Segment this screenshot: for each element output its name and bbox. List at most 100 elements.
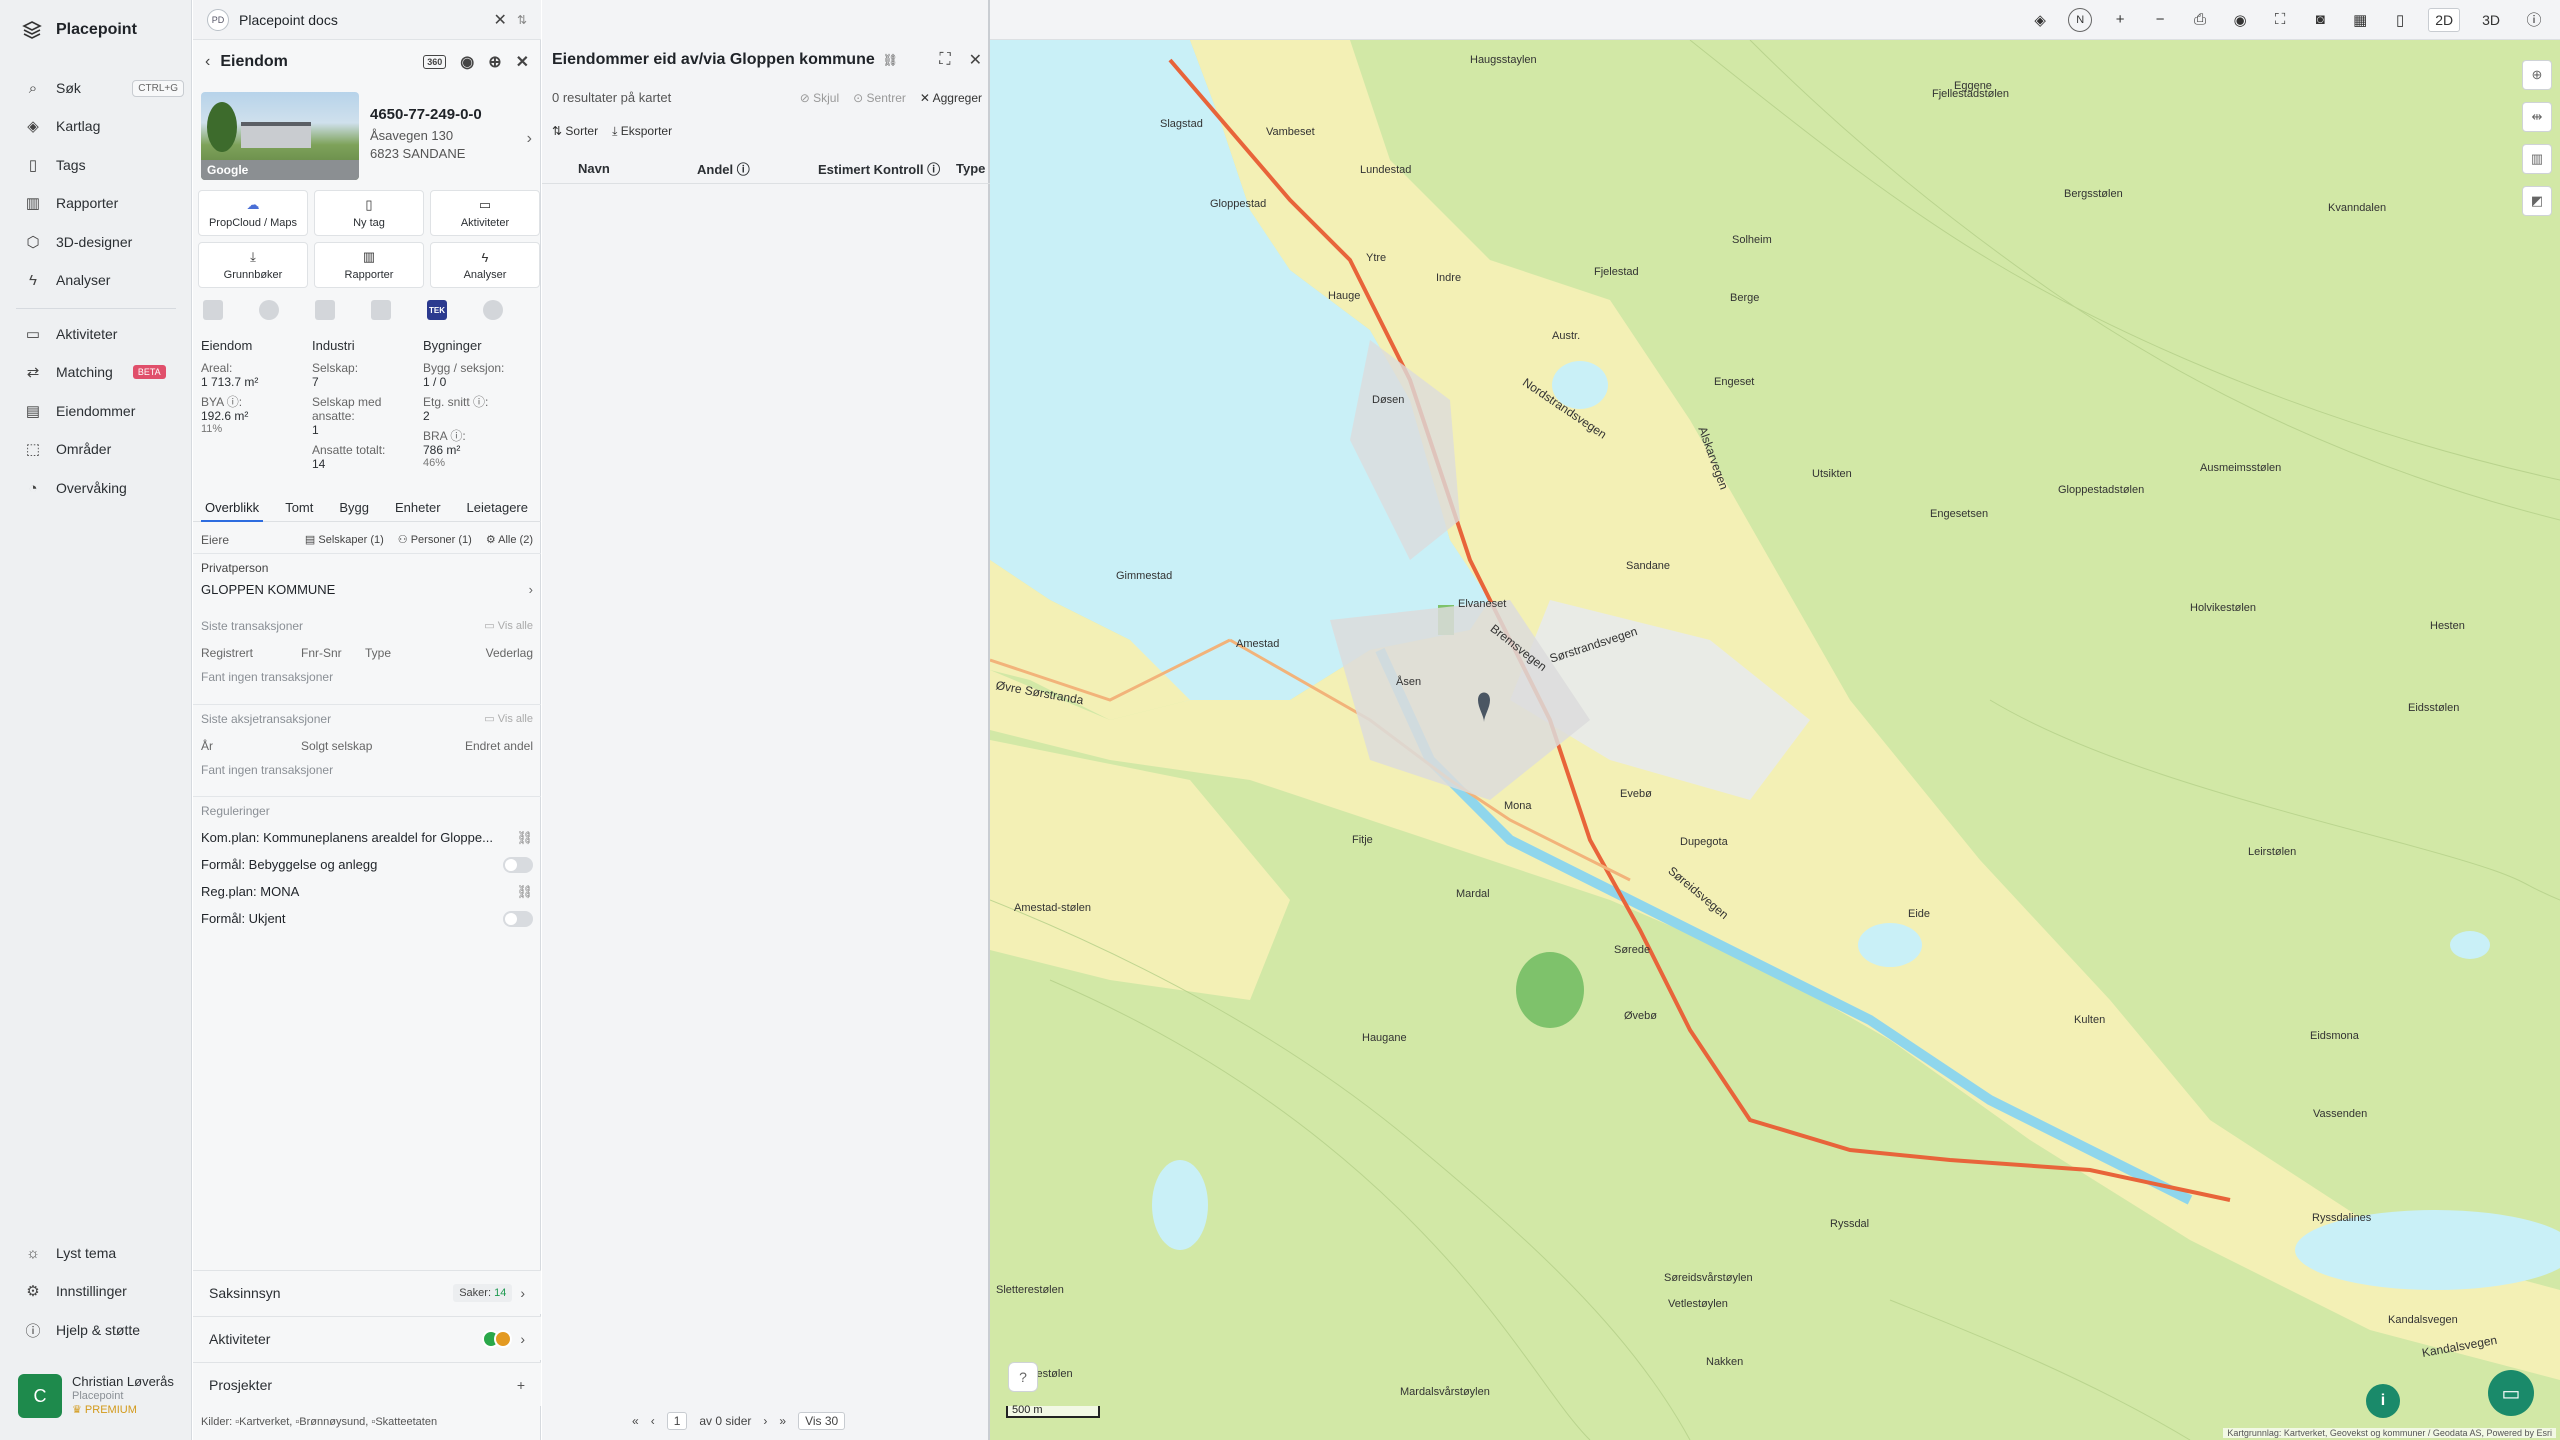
chevron-right-icon[interactable]: › — [527, 130, 532, 148]
col-navn[interactable]: Navn — [578, 161, 610, 176]
map-chart-button[interactable]: ▥ — [2522, 144, 2552, 174]
col-type[interactable]: Type — [956, 161, 985, 176]
mode-3d-button[interactable]: 3D — [2476, 9, 2506, 31]
docs-tab[interactable]: PD Placepoint docs ✕ ⇅ — [193, 0, 541, 40]
map-analysis-button[interactable]: ◩ — [2522, 186, 2552, 216]
industry-icon[interactable] — [315, 300, 335, 320]
nav-item-3d-designer[interactable]: ⬡ 3D-designer — [24, 227, 184, 257]
tab-enheter[interactable]: Enheter — [391, 498, 445, 522]
energy-icon[interactable] — [259, 300, 279, 320]
close-icon[interactable]: ✕ — [494, 10, 507, 30]
regulation-row[interactable]: Kom.plan: Kommuneplanens arealdel for Gl… — [193, 824, 541, 851]
grunnboker-button[interactable]: ⤓ Grunnbøker — [198, 242, 308, 288]
fullscreen-icon[interactable]: ⛶ — [2268, 8, 2292, 32]
bookmark-icon[interactable]: ▯ — [2388, 8, 2412, 32]
building-icon: ▤ — [304, 534, 319, 546]
nav-item-omrader[interactable]: ⬚ Områder — [24, 434, 184, 464]
sort-button[interactable]: ⇅ Sorter — [552, 124, 598, 139]
nav-item-eiendommer[interactable]: ▤ Eiendommer — [24, 396, 184, 426]
analyses-button[interactable]: ϟ Analyser — [430, 242, 540, 288]
chip-persons[interactable]: ⚇ Personer (1) — [398, 533, 472, 546]
back-arrow-icon[interactable]: ‹ — [205, 53, 210, 71]
map-canvas[interactable]: Haugsstaylen Eggene Slagstad Vambeset Lu… — [990, 0, 2560, 1440]
print-icon[interactable]: ⎙ — [2188, 8, 2212, 32]
nav-item-analyser[interactable]: ϟ Analyser — [24, 265, 184, 295]
toggle-switch[interactable] — [503, 910, 533, 927]
tab-overblikk[interactable]: Overblikk — [201, 498, 264, 522]
saksinnsyn-row[interactable]: Saksinnsyn Saker: 14 › — [193, 1270, 541, 1314]
info-icon[interactable]: ⓘ — [2522, 8, 2546, 32]
activities-button[interactable]: ▭ Aktiviteter — [430, 190, 540, 236]
link-icon[interactable]: ⛓ — [516, 884, 533, 900]
col-andel[interactable]: Andel ⓘ — [697, 159, 750, 178]
stats-bars-icon[interactable] — [371, 300, 391, 320]
next-page-icon[interactable]: › — [763, 1414, 767, 1428]
view-all-link[interactable]: ▭ Vis alle — [484, 619, 533, 632]
link-icon[interactable]: ⛓ — [516, 830, 533, 846]
tek-icon[interactable]: TEK — [427, 300, 447, 320]
grid-icon[interactable]: ▦ — [2348, 8, 2372, 32]
page-input[interactable]: 1 — [666, 1412, 688, 1430]
home-icon[interactable] — [483, 300, 503, 320]
propcloud-button[interactable]: ☁ PropCloud / Maps — [198, 190, 308, 236]
new-tag-button[interactable]: ▯ Ny tag — [314, 190, 424, 236]
nav-item-aktiviteter[interactable]: ▭ Aktiviteter — [24, 319, 184, 349]
360-view-button[interactable]: 360 — [423, 55, 447, 69]
nav-item-matching[interactable]: ⇄ Matching BETA — [24, 357, 184, 387]
link-icon[interactable]: ⛓ — [883, 53, 898, 67]
last-page-icon[interactable]: » — [779, 1414, 786, 1428]
tab-bygg[interactable]: Bygg — [335, 498, 373, 522]
close-icon[interactable]: ✕ — [969, 50, 982, 70]
view-all-link[interactable]: ▭ Vis alle — [484, 712, 533, 725]
aggregate-button[interactable]: ✕ Aggreger — [920, 91, 982, 105]
sort-arrows-icon[interactable]: ⇅ — [517, 13, 527, 27]
info-button[interactable]: i — [2366, 1384, 2400, 1418]
property-info[interactable]: 4650-77-249-0-0 Åsavegen 130 6823 SANDAN… — [370, 106, 530, 163]
aktiviteter-row[interactable]: Aktiviteter › — [193, 1316, 541, 1360]
building-registry-icon[interactable] — [203, 300, 223, 320]
add-circle-icon[interactable]: ⊕ — [488, 52, 501, 72]
reports-button[interactable]: ▥ Rapporter — [314, 242, 424, 288]
per-page-select[interactable]: Vis 30 — [798, 1412, 846, 1430]
chip-all[interactable]: ⚙ Alle (2) — [486, 533, 533, 546]
col-estimert-kontroll[interactable]: Estimert Kontroll ⓘ — [818, 159, 940, 178]
nav-item-tags[interactable]: ▯ Tags — [24, 150, 184, 180]
nav-item-help[interactable]: ⓘ Hjelp & støtte — [24, 1315, 184, 1345]
prev-page-icon[interactable]: ‹ — [651, 1414, 655, 1428]
nav-item-kartlag[interactable]: ◈ Kartlag — [24, 111, 184, 141]
zoom-out-icon[interactable]: − — [2148, 8, 2172, 32]
center-button[interactable]: ⊙ Sentrer — [853, 91, 906, 105]
tab-leietagere[interactable]: Leietagere — [463, 498, 532, 522]
toggle-switch[interactable] — [503, 856, 533, 873]
chat-support-button[interactable]: ▭ — [2488, 1370, 2534, 1416]
first-page-icon[interactable]: « — [632, 1414, 639, 1428]
nav-item-rapporter[interactable]: ▥ Rapporter — [24, 188, 184, 218]
zoom-in-icon[interactable]: + — [2108, 8, 2132, 32]
layers-stack-icon[interactable]: ◈ — [2028, 8, 2052, 32]
map-help-button[interactable]: ? — [1008, 1362, 1038, 1392]
map-measure-button[interactable]: ⇹ — [2522, 102, 2552, 132]
nav-item-light-theme[interactable]: ☼ Lyst tema — [24, 1238, 184, 1268]
owner-row[interactable]: GLOPPEN KOMMUNE › — [193, 578, 541, 600]
compass-north-icon[interactable]: N — [2068, 7, 2093, 32]
eye-icon[interactable]: ◉ — [2228, 8, 2252, 32]
nav-item-search[interactable]: ⌕ Søk CTRL+G — [24, 73, 184, 103]
eye-icon[interactable]: ◉ — [460, 52, 474, 72]
close-panel-icon[interactable]: ✕ — [516, 52, 529, 72]
camera-icon[interactable]: ◙ — [2308, 8, 2332, 32]
regulation-row[interactable]: Reg.plan: MONA ⛓ — [193, 878, 541, 905]
user-profile[interactable]: C Christian Løverås Placepoint ♛ PREMIUM — [18, 1374, 184, 1422]
plus-icon[interactable]: + — [517, 1377, 525, 1393]
chip-companies[interactable]: ▤ Selskaper (1) — [305, 533, 384, 546]
tab-tomt[interactable]: Tomt — [281, 498, 317, 522]
expand-icon[interactable]: ⛶ — [939, 51, 950, 69]
hide-button[interactable]: ⊘ Skjul — [800, 91, 839, 105]
mode-2d-button[interactable]: 2D — [2428, 7, 2461, 32]
app-logo[interactable]: Placepoint — [22, 20, 137, 40]
prosjekter-row[interactable]: Prosjekter + — [193, 1362, 541, 1406]
nav-item-settings[interactable]: ⚙ Innstillinger — [24, 1276, 184, 1306]
nav-item-overvaking[interactable]: ◔ Overvåking — [24, 473, 184, 503]
export-button[interactable]: ⤓ Eksporter — [612, 124, 672, 139]
map-layer-tool-button[interactable]: ⊕ — [2522, 60, 2552, 90]
street-view-photo[interactable]: Google — [201, 92, 359, 180]
